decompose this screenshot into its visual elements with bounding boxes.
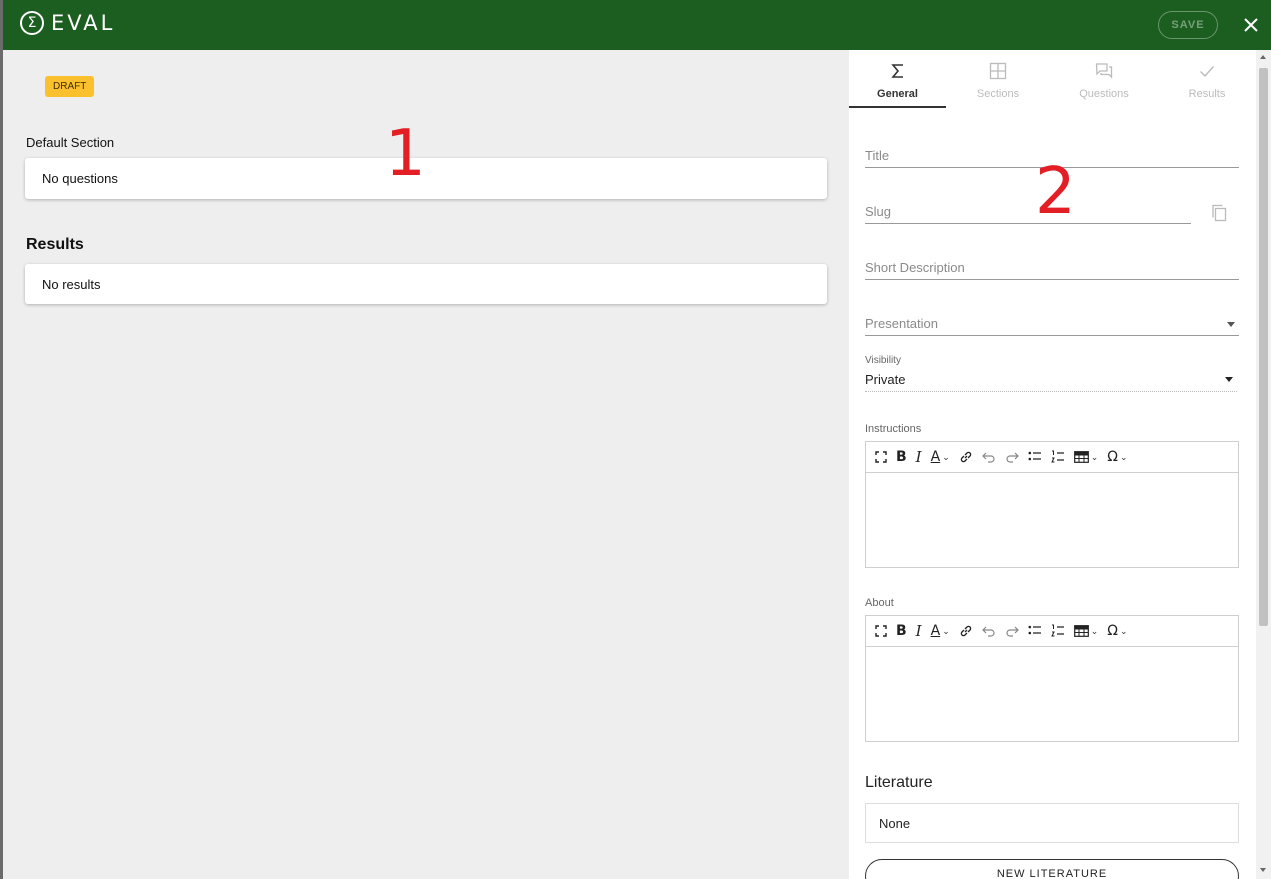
redo-icon[interactable] bbox=[1005, 621, 1019, 641]
table-icon[interactable]: ⌄ bbox=[1073, 447, 1098, 467]
save-button[interactable]: SAVE bbox=[1158, 11, 1218, 39]
bold-icon[interactable]: B bbox=[896, 621, 907, 641]
about-editor: B I A ⌄ ⌄ Ω ⌄ bbox=[865, 615, 1239, 742]
annotation-marker-2: 2 bbox=[1035, 155, 1076, 229]
visibility-underline bbox=[865, 391, 1237, 392]
literature-list: None bbox=[865, 803, 1239, 843]
link-icon[interactable] bbox=[959, 447, 973, 467]
redo-icon[interactable] bbox=[1005, 447, 1019, 467]
font-color-icon[interactable]: A ⌄ bbox=[931, 621, 950, 641]
scroll-down-icon[interactable] bbox=[1260, 868, 1266, 872]
results-card[interactable]: No results bbox=[25, 264, 827, 304]
questions-empty-text: No questions bbox=[42, 171, 118, 186]
preview-pane: DRAFT Default Section No questions Resul… bbox=[3, 50, 849, 879]
section-title: Default Section bbox=[26, 135, 115, 150]
app-name: EVAL bbox=[51, 11, 116, 35]
undo-icon[interactable] bbox=[981, 447, 996, 467]
tab-label: General bbox=[877, 88, 918, 100]
undo-icon[interactable] bbox=[981, 621, 996, 641]
font-color-icon[interactable]: A ⌄ bbox=[931, 447, 950, 467]
tab-questions[interactable]: Questions bbox=[1054, 50, 1154, 108]
tab-label: Questions bbox=[1079, 88, 1129, 100]
editor-toolbar: B I A ⌄ ⌄ Ω ⌄ bbox=[866, 442, 1238, 473]
sigma-icon bbox=[890, 60, 905, 82]
short-description-field[interactable]: Short Description bbox=[865, 256, 1239, 280]
results-heading: Results bbox=[26, 236, 84, 253]
slug-placeholder: Slug bbox=[865, 204, 892, 219]
questions-card[interactable]: No questions bbox=[25, 158, 827, 199]
app-bar: Σ EVAL SAVE bbox=[3, 0, 1271, 50]
instructions-editor: B I A ⌄ ⌄ Ω ⌄ bbox=[865, 441, 1239, 568]
italic-icon[interactable]: I bbox=[916, 621, 922, 641]
literature-heading: Literature bbox=[865, 774, 933, 791]
table-icon[interactable]: ⌄ bbox=[1073, 621, 1098, 641]
instructions-label: Instructions bbox=[865, 423, 922, 435]
special-char-icon[interactable]: Ω ⌄ bbox=[1107, 621, 1127, 641]
bullet-list-icon[interactable] bbox=[1028, 621, 1042, 641]
sigma-logo-icon: Σ bbox=[20, 11, 44, 35]
bold-icon[interactable]: B bbox=[896, 447, 907, 467]
results-empty-text: No results bbox=[42, 276, 101, 292]
numbered-list-icon[interactable] bbox=[1050, 621, 1065, 641]
fullscreen-icon[interactable] bbox=[875, 447, 887, 467]
chat-icon bbox=[1095, 60, 1113, 82]
presentation-placeholder: Presentation bbox=[865, 316, 938, 331]
fullscreen-icon[interactable] bbox=[875, 621, 887, 641]
tab-general[interactable]: General bbox=[849, 50, 946, 108]
numbered-list-icon[interactable] bbox=[1050, 447, 1065, 467]
tab-label: Results bbox=[1188, 88, 1226, 100]
literature-value: None bbox=[879, 815, 911, 831]
copy-icon[interactable] bbox=[1211, 204, 1227, 227]
grid-icon bbox=[989, 60, 1007, 82]
check-icon bbox=[1198, 60, 1216, 82]
tab-sections[interactable]: Sections bbox=[948, 50, 1048, 108]
visibility-select[interactable]: Private bbox=[865, 372, 905, 387]
annotation-marker-1: 1 bbox=[385, 117, 426, 191]
special-char-icon[interactable]: Ω ⌄ bbox=[1107, 447, 1127, 467]
short-description-placeholder: Short Description bbox=[865, 260, 965, 275]
tab-bar: General Sections Questions Results bbox=[849, 50, 1256, 108]
dropdown-arrow-icon[interactable] bbox=[1225, 377, 1233, 382]
dropdown-arrow-icon bbox=[1227, 322, 1235, 327]
tab-label: Sections bbox=[976, 88, 1020, 100]
status-badge: DRAFT bbox=[45, 76, 95, 97]
scrollbar[interactable] bbox=[1256, 50, 1271, 879]
about-label: About bbox=[865, 597, 894, 609]
close-icon[interactable] bbox=[1241, 15, 1261, 35]
scroll-up-icon[interactable] bbox=[1260, 55, 1266, 59]
link-icon[interactable] bbox=[959, 621, 973, 641]
editor-toolbar: B I A ⌄ ⌄ Ω ⌄ bbox=[866, 616, 1238, 647]
new-literature-button[interactable]: NEW LITERATURE bbox=[865, 859, 1239, 879]
title-placeholder: Title bbox=[865, 148, 890, 163]
app-logo[interactable]: Σ EVAL bbox=[20, 11, 115, 35]
slug-field[interactable]: Slug bbox=[865, 200, 1191, 224]
scrollbar-thumb[interactable] bbox=[1259, 68, 1268, 626]
tab-results[interactable]: Results bbox=[1157, 50, 1257, 108]
italic-icon[interactable]: I bbox=[916, 447, 922, 467]
bullet-list-icon[interactable] bbox=[1028, 447, 1042, 467]
visibility-label: Visibility bbox=[865, 355, 901, 366]
presentation-select[interactable]: Presentation bbox=[865, 312, 1239, 336]
